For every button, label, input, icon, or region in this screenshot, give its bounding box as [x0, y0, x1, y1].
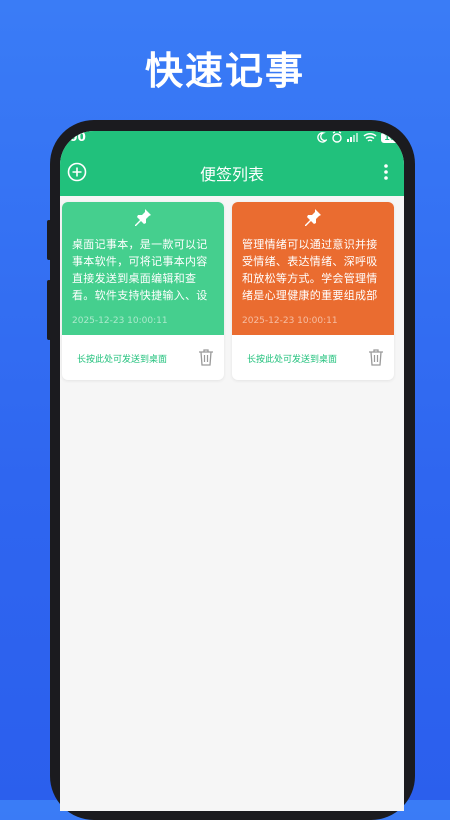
trash-icon[interactable]: [198, 348, 214, 366]
toolbar: 便签列表: [60, 155, 404, 189]
app-header: 0:00 100 便签列表: [60, 131, 404, 196]
status-time: 0:00: [60, 131, 86, 144]
status-bar: 0:00 100: [60, 131, 404, 147]
send-to-desktop-hint[interactable]: 长按此处可发送到桌面: [77, 352, 167, 365]
trash-icon[interactable]: [368, 348, 384, 366]
note-content-area[interactable]: 桌面记事本，是一款可以记事本软件，可将记事本内容直接发送到桌面编辑和查看。软件支…: [62, 202, 224, 335]
send-to-desktop-hint[interactable]: 长按此处可发送到桌面: [247, 352, 337, 365]
pin-icon[interactable]: [303, 207, 323, 227]
alarm-icon: [332, 131, 342, 143]
moon-icon: [317, 131, 328, 143]
note-text: 管理情绪可以通过意识并接受情绪、表达情绪、深呼吸和放松等方式。学会管理情绪是心理…: [242, 238, 378, 302]
wifi-icon: [363, 132, 377, 142]
battery-icon: 100: [381, 131, 404, 143]
note-text: 桌面记事本，是一款可以记事本软件，可将记事本内容直接发送到桌面编辑和查看。软件支…: [72, 238, 208, 302]
note-date: 2025-12-23 10:00:11: [72, 316, 168, 326]
status-icons: 100: [316, 131, 404, 143]
note-card[interactable]: 桌面记事本，是一款可以记事本软件，可将记事本内容直接发送到桌面编辑和查看。软件支…: [62, 202, 224, 380]
signal-icon: [347, 133, 359, 142]
page-title: 便签列表: [199, 165, 264, 184]
note-date: 2025-12-23 10:00:11: [242, 316, 338, 326]
app-screen: 0:00 100 便签列表 桌面记事本，是一款可以记事本软件，可将记事本内容直接…: [60, 131, 404, 811]
headline: 快速记事: [144, 49, 305, 93]
note-content-area[interactable]: 管理情绪可以通过意识并接受情绪、表达情绪、深呼吸和放松等方式。学会管理情绪是心理…: [232, 202, 394, 335]
note-card[interactable]: 管理情绪可以通过意识并接受情绪、表达情绪、深呼吸和放松等方式。学会管理情绪是心理…: [232, 202, 394, 380]
more-vertical-icon[interactable]: [382, 162, 390, 182]
pin-icon[interactable]: [133, 207, 153, 227]
